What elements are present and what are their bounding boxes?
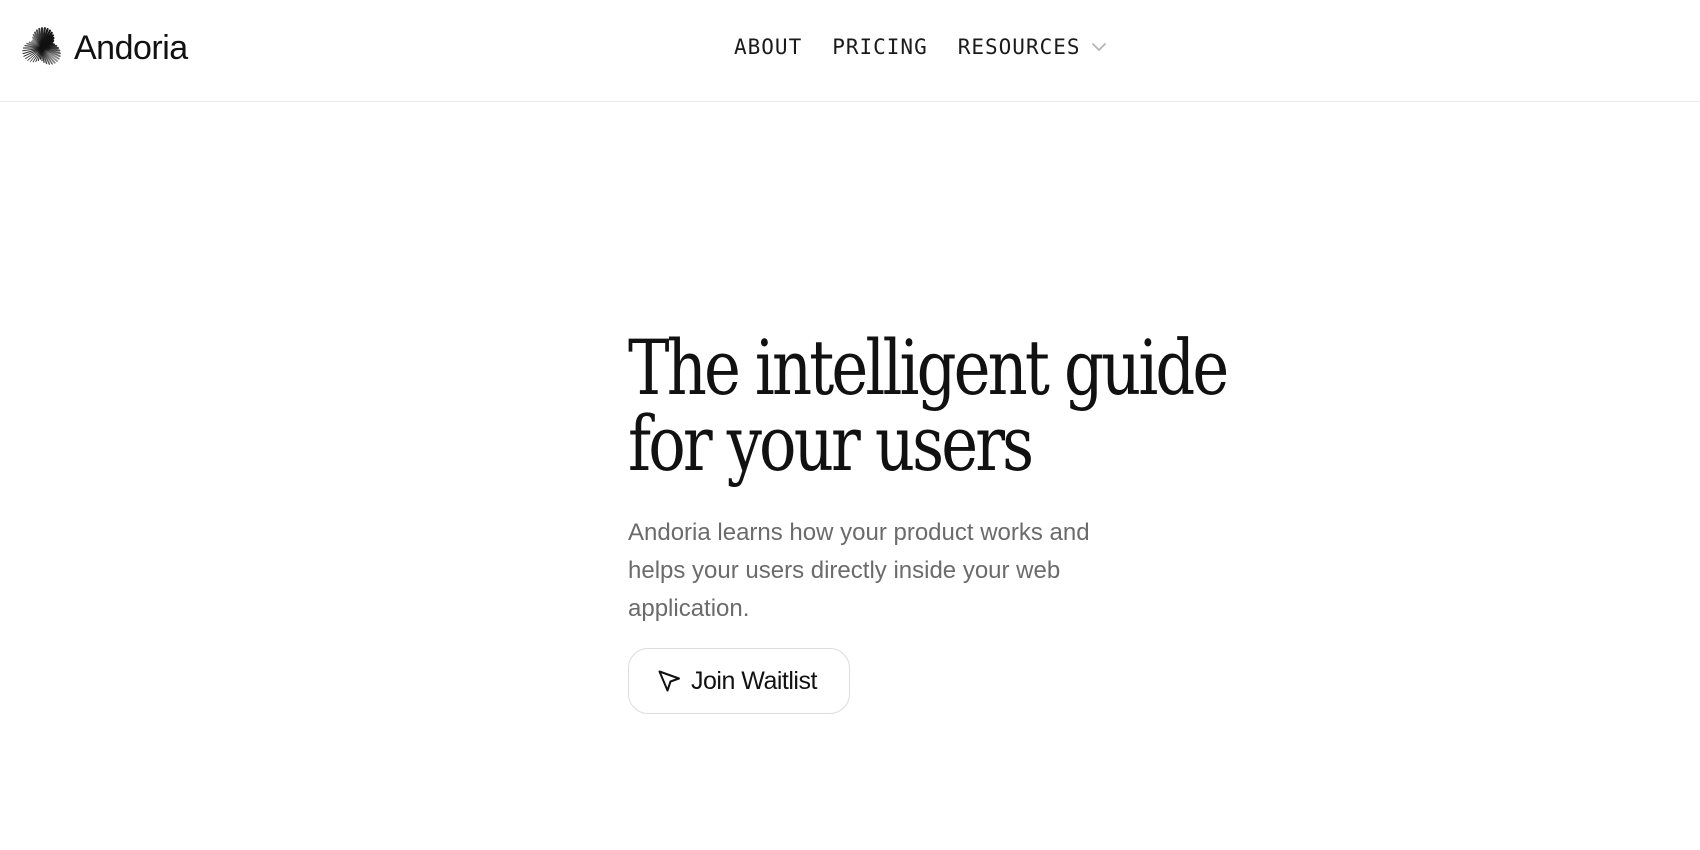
nav-pricing-label: PRICING: [832, 35, 928, 59]
hero-title-line-1: The intelligent guide: [628, 323, 1229, 412]
join-waitlist-label: Join Waitlist: [691, 666, 817, 695]
hero-title: The intelligent guide for your users: [628, 330, 1268, 482]
main-nav: ABOUT PRICING RESOURCES: [734, 30, 1107, 64]
nav-resources-dropdown[interactable]: RESOURCES: [958, 35, 1107, 59]
nav-resources-label: RESOURCES: [957, 35, 1081, 59]
cursor-arrow-icon: [658, 670, 680, 692]
brand-name: Andoria: [74, 29, 188, 67]
brand-home-link[interactable]: Andoria: [20, 25, 188, 71]
hero-title-line-2: for your users: [628, 399, 1034, 488]
nav-pricing-link[interactable]: PRICING: [832, 35, 928, 59]
nav-about-label: ABOUT: [734, 35, 803, 59]
chevron-down-icon: [1091, 43, 1106, 51]
nav-about-link[interactable]: ABOUT: [734, 35, 802, 59]
hero-subtitle: Andoria learns how your product works an…: [628, 519, 1090, 622]
hero-section: The intelligent guide for your users And…: [628, 330, 1328, 714]
starburst-logo-icon: [22, 27, 61, 65]
join-waitlist-button[interactable]: Join Waitlist: [628, 648, 850, 714]
site-header: Andoria ABOUT PRICING RESOURCES: [0, 0, 1700, 102]
